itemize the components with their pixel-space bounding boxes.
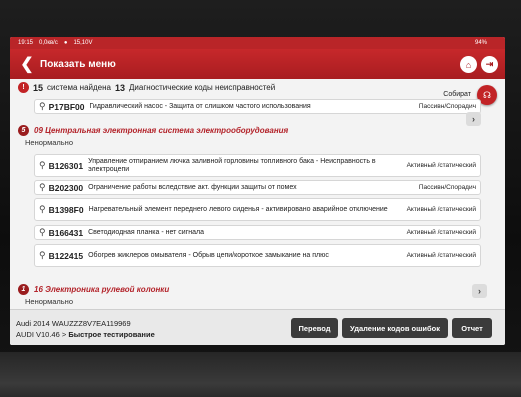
magnifier-icon[interactable]: ⚲	[39, 204, 46, 215]
dtc-description: Ограничение работы вследствие акт. функц…	[88, 183, 297, 191]
magnifier-icon[interactable]: ⚲	[39, 101, 46, 112]
section-state: Ненормально	[25, 138, 73, 147]
dtc-row[interactable]: ⚲ B202300 Ограничение работы вследствие …	[34, 180, 481, 195]
diagnostic-summary: ! 15 система найдена 13 Диагностические …	[18, 82, 275, 93]
chevron-right-icon[interactable]: ›	[472, 284, 487, 298]
dtc-count: 13	[115, 82, 126, 93]
dtc-row[interactable]: ⚲ B166431 Светодиодная планка - нет сигн…	[34, 225, 481, 240]
dtc-status: Пассивн/Спорадич	[418, 103, 476, 110]
dtc-status: Активный /статический	[406, 206, 476, 213]
chevron-right-icon[interactable]: ›	[466, 112, 481, 126]
systems-count: 15	[33, 82, 44, 93]
warning-badge: !	[18, 82, 29, 93]
dtc-status: Активный /статический	[406, 252, 476, 259]
translate-button[interactable]: Перевод	[291, 318, 338, 338]
title-bar: ❮ Показать меню ⌂ ⇥	[10, 49, 505, 79]
vehicle-info: Audi 2014 WAUZZZ8V7EA119969 AUDI V10.46 …	[16, 318, 155, 340]
magnifier-icon[interactable]: ⚲	[39, 160, 46, 171]
dtc-row[interactable]: ⚲ B1398F0 Нагревательный элемент передне…	[34, 198, 481, 221]
device-bottom-edge	[0, 352, 521, 397]
page-title: Показать меню	[40, 58, 116, 70]
dtc-row[interactable]: ⚲ B126301 Управление отпиранием лючка за…	[34, 154, 481, 177]
battery-level: 94%	[474, 40, 487, 46]
app-screen: 19:15 0,0кв/с ● 15,10V 94% ❮ Показать ме…	[10, 37, 505, 345]
clock: 19:15	[18, 40, 34, 46]
section-steering-column[interactable]: 1 16 Электроника рулевой колонки Ненорма…	[18, 284, 497, 306]
section-title: 5 09 Центральная электронная система эле…	[18, 125, 497, 136]
dtc-description: Нагревательный элемент переднего левого …	[88, 205, 388, 213]
section-title-text: 09 Центральная электронная система элект…	[34, 126, 289, 135]
section-central-electrics[interactable]: 5 09 Центральная электронная система эле…	[18, 125, 497, 147]
dtc-description: Обогрев жиклеров омывателя - Обрыв цепи/…	[88, 251, 329, 259]
back-arrow-icon[interactable]: ❮	[20, 55, 34, 73]
magnifier-icon[interactable]: ⚲	[39, 227, 46, 238]
dtc-description: Гидравлический насос - Защита от слишком…	[89, 102, 311, 110]
dtc-code: P17BF00	[48, 101, 85, 112]
dtc-text: Диагностические коды неисправностей	[129, 83, 276, 92]
section-title-text: 16 Электроника рулевой колонки	[34, 285, 170, 294]
dtc-row-top[interactable]: ⚲ P17BF00 Гидравлический насос - Защита …	[34, 99, 481, 114]
dtc-code: B122415	[48, 250, 84, 261]
footer-bar: Audi 2014 WAUZZZ8V7EA119969 AUDI V10.46 …	[10, 309, 505, 345]
dtc-code: B126301	[48, 160, 84, 171]
breadcrumb: AUDI V10.46 > Быстрое тестирование	[16, 329, 155, 340]
dtc-status: Пассивн/Спорадич	[418, 184, 476, 191]
dtc-code: B1398F0	[48, 204, 84, 215]
section-fault-count: 1	[18, 284, 29, 295]
voltage: 15,10V	[73, 40, 93, 46]
breadcrumb-current: Быстрое тестирование	[68, 330, 155, 339]
collect-label[interactable]: Собират	[443, 91, 471, 98]
magnifier-icon[interactable]: ⚲	[39, 250, 46, 261]
section-state: Ненормально	[25, 297, 73, 306]
vehicle-id: Audi 2014 WAUZZZ8V7EA119969	[16, 319, 131, 328]
data-rate: 0,0кв/с	[39, 40, 58, 46]
magnifier-icon[interactable]: ⚲	[39, 182, 46, 193]
breadcrumb-prefix: AUDI V10.46 >	[16, 330, 69, 339]
dtc-status: Активный /статический	[406, 229, 476, 236]
status-bar: 19:15 0,0кв/с ● 15,10V 94%	[10, 37, 505, 49]
exit-icon[interactable]: ⇥	[481, 56, 498, 73]
clear-codes-button[interactable]: Удаление кодов ошибок	[342, 318, 448, 338]
dtc-code: B166431	[48, 227, 84, 238]
dtc-description: Светодиодная планка - нет сигнала	[88, 228, 204, 236]
report-button[interactable]: Отчет	[452, 318, 492, 338]
dtc-description: Управление отпиранием лючка заливной гор…	[88, 157, 376, 173]
systems-text: система найдена	[47, 83, 111, 92]
dtc-status: Активный /статический	[406, 162, 476, 169]
dtc-code: B202300	[48, 182, 84, 193]
voltage-icon: ●	[63, 40, 68, 46]
home-icon[interactable]: ⌂	[460, 56, 477, 73]
dtc-row[interactable]: ⚲ B122415 Обогрев жиклеров омывателя - О…	[34, 244, 481, 267]
section-fault-count: 5	[18, 125, 29, 136]
section-title: 1 16 Электроника рулевой колонки	[18, 284, 497, 295]
